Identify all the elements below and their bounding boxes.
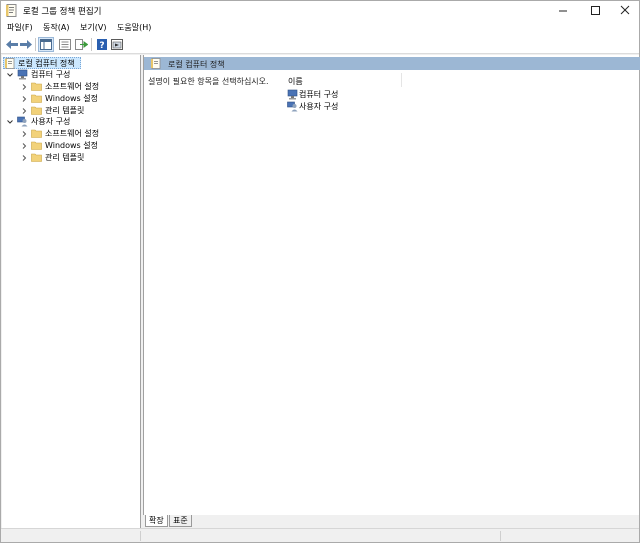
- tab-extended[interactable]: 확장: [145, 515, 168, 527]
- menu-action[interactable]: 동작(A): [43, 22, 69, 33]
- list-item-label: 컴퓨터 구성: [299, 90, 339, 99]
- tree-node-admin-templates[interactable]: 관리 템플릿: [5, 152, 125, 164]
- folder-icon: [31, 141, 42, 150]
- folder-icon: [31, 94, 42, 103]
- svg-text:?: ?: [99, 41, 104, 51]
- folder-icon: [31, 153, 42, 162]
- maximize-icon: [591, 6, 600, 15]
- tree-node-label: 소프트웨어 설정: [45, 129, 100, 138]
- close-button[interactable]: [609, 1, 639, 20]
- toolbar-separator: [91, 38, 92, 51]
- folder-icon: [31, 82, 42, 91]
- tab-standard[interactable]: 표준: [169, 515, 192, 527]
- app-window: 로컬 그룹 정책 편집기 파일(F) 동작(A) 보기(V) 도움말(H) ? …: [0, 0, 640, 543]
- chevron-right-icon[interactable]: [20, 81, 28, 93]
- title-bar: 로컬 그룹 정책 편집기: [1, 1, 639, 20]
- toolbar: ?: [1, 35, 639, 54]
- tree-node-label: Windows 설정: [45, 141, 98, 150]
- export-icon[interactable]: [74, 38, 88, 51]
- chevron-right-icon[interactable]: [20, 93, 28, 105]
- chevron-right-icon[interactable]: [20, 128, 28, 140]
- tree-node-user-config[interactable]: 사용자 구성: [5, 116, 125, 128]
- policy-app-icon: [6, 4, 17, 17]
- tree-root-local-computer-policy[interactable]: 로컬 컴퓨터 정책: [3, 57, 81, 69]
- tree-node-label: 컴퓨터 구성: [31, 70, 71, 79]
- view-tabs: 확장 표준: [143, 515, 639, 528]
- help-icon[interactable]: ?: [95, 38, 109, 51]
- chevron-down-icon[interactable]: [6, 69, 14, 81]
- maximize-button[interactable]: [580, 1, 610, 20]
- toolbar-separator: [35, 38, 36, 51]
- tree-node-label: 소프트웨어 설정: [45, 82, 100, 91]
- description-text: 설명이 필요한 항목을 선택하십시오.: [148, 77, 269, 86]
- tree-node-software-settings[interactable]: 소프트웨어 설정: [5, 81, 125, 93]
- tree-pane: 로컬 컴퓨터 정책 컴퓨터 구성 소프트웨어 설정 Windows 설정 관리: [2, 55, 141, 528]
- policy-icon: [5, 58, 15, 69]
- status-segment: [1, 531, 141, 541]
- chevron-down-icon[interactable]: [6, 116, 14, 128]
- menu-file[interactable]: 파일(F): [7, 22, 33, 33]
- menu-bar: 파일(F) 동작(A) 보기(V) 도움말(H): [1, 20, 639, 35]
- user-icon: [17, 116, 28, 127]
- status-bar: [1, 528, 639, 542]
- chevron-right-icon[interactable]: [20, 140, 28, 152]
- computer-icon: [287, 89, 298, 100]
- tree-node-label: 사용자 구성: [31, 117, 71, 126]
- close-icon: [620, 5, 630, 15]
- list-item-label: 사용자 구성: [299, 102, 339, 111]
- computer-icon: [17, 69, 28, 80]
- tree-node-windows-settings[interactable]: Windows 설정: [5, 140, 125, 152]
- view-icon[interactable]: [110, 38, 124, 51]
- tree-node-computer-config[interactable]: 컴퓨터 구성: [5, 69, 125, 81]
- folder-icon: [31, 129, 42, 138]
- forward-icon[interactable]: [19, 38, 33, 51]
- properties-icon[interactable]: [58, 38, 72, 51]
- content-pane: 로컬 컴퓨터 정책 설명이 필요한 항목을 선택하십시오. 이름 컴퓨터 구성 …: [143, 55, 640, 528]
- tree-node-windows-settings[interactable]: Windows 설정: [5, 93, 125, 105]
- folder-icon: [31, 106, 42, 115]
- user-icon: [287, 101, 298, 112]
- menu-help[interactable]: 도움말(H): [117, 22, 151, 33]
- tree-node-label: 관리 템플릿: [45, 153, 85, 162]
- policy-icon: [151, 58, 161, 69]
- menu-view[interactable]: 보기(V): [80, 22, 106, 33]
- status-segment: [141, 531, 501, 541]
- minimize-icon: [559, 10, 567, 12]
- tree-node-software-settings[interactable]: 소프트웨어 설정: [5, 128, 125, 140]
- minimize-button[interactable]: [548, 1, 578, 20]
- column-header-name[interactable]: 이름: [285, 73, 402, 87]
- column-header-label: 이름: [288, 77, 303, 86]
- chevron-right-icon[interactable]: [20, 152, 28, 164]
- tree-node-label: Windows 설정: [45, 94, 98, 103]
- content-header-title: 로컬 컴퓨터 정책: [168, 60, 225, 69]
- show-tree-icon[interactable]: [38, 37, 54, 52]
- back-icon[interactable]: [5, 38, 19, 51]
- content-header: 로컬 컴퓨터 정책: [144, 57, 640, 70]
- window-title: 로컬 그룹 정책 편집기: [23, 7, 102, 17]
